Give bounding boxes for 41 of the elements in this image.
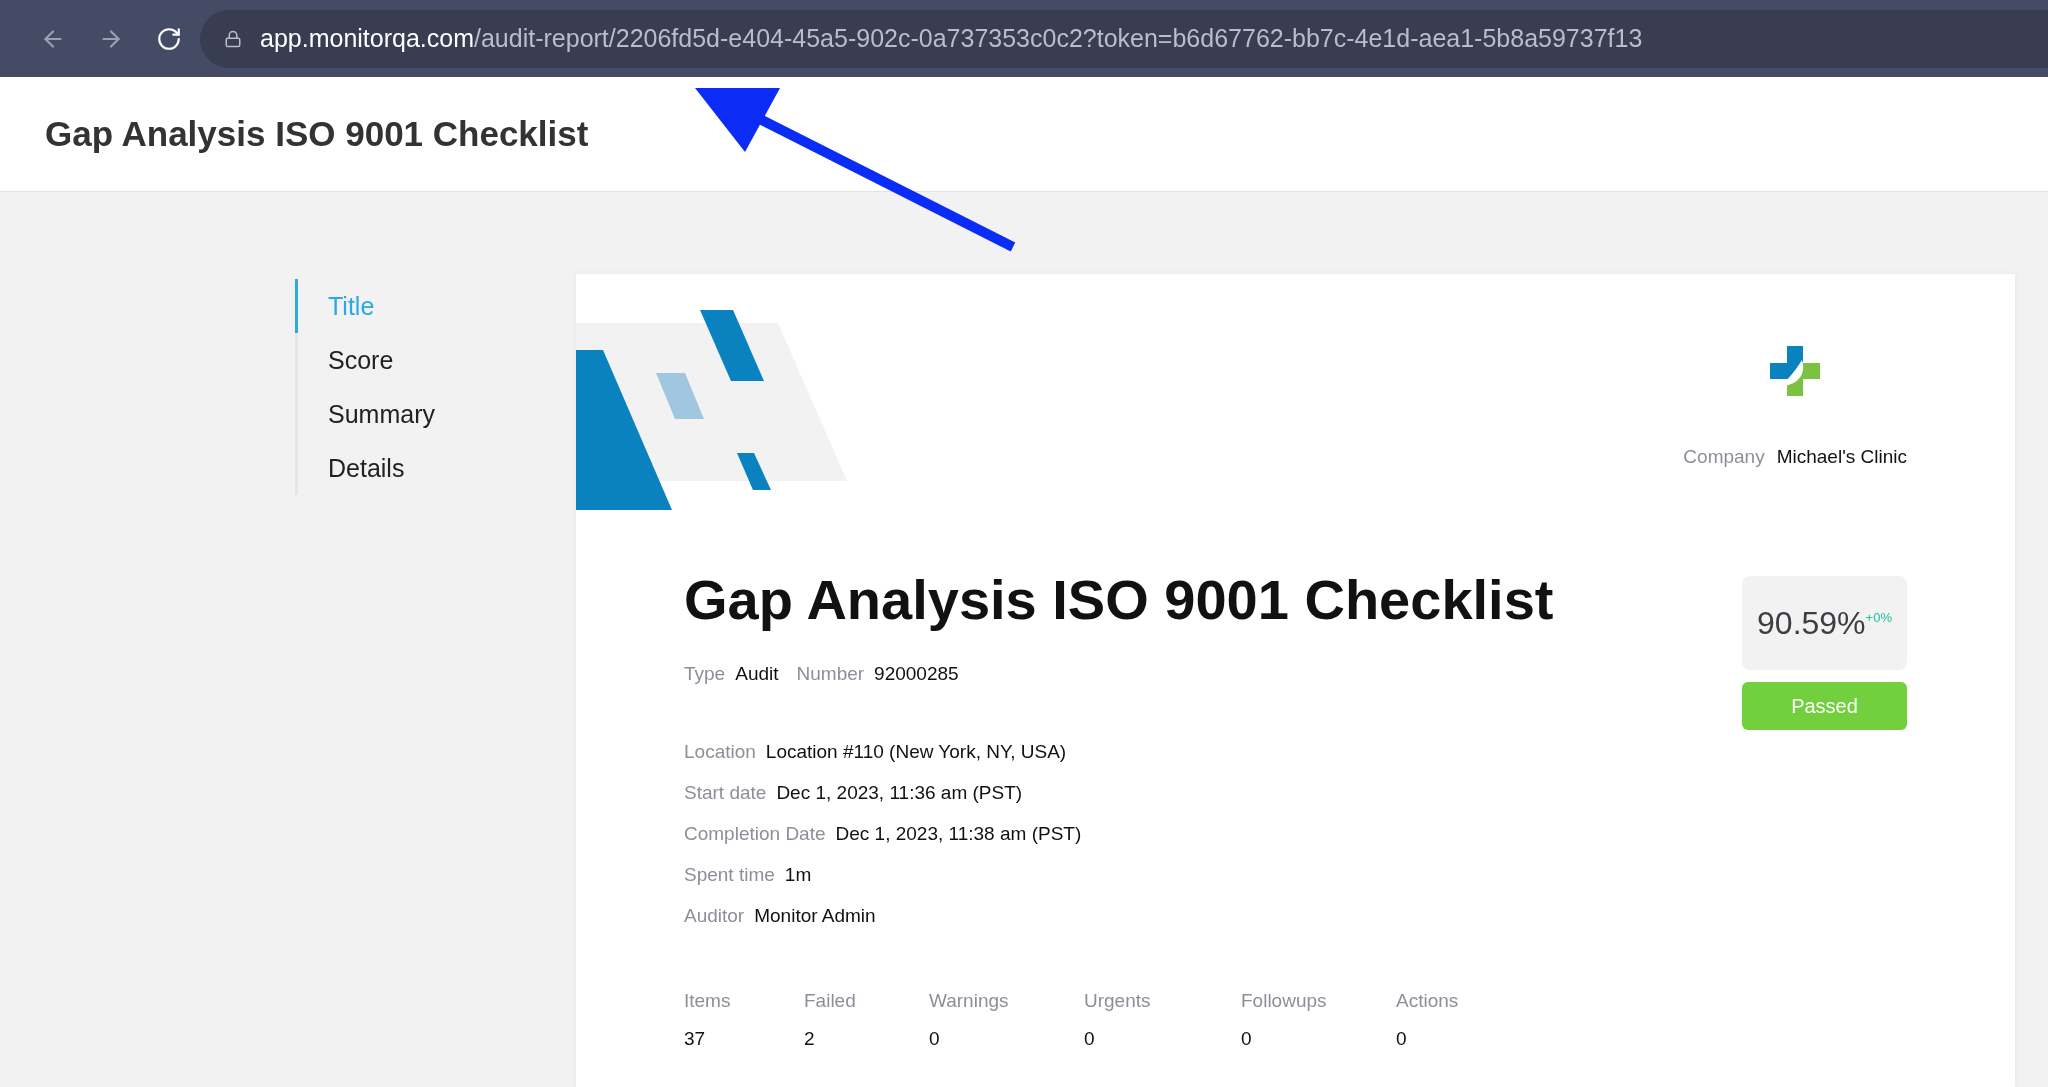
url-text: app.monitorqa.com/audit-report/2206fd5d-e404-45a5-902c-0a737353c0c2?token=b6d67762-bb7c-4e1d-aea1-5b8a59737f13 (260, 24, 1643, 53)
stat-value: 0 (1084, 1028, 1096, 1050)
field-value: Location #110 (New York, NY, USA) (765, 740, 1067, 763)
field-value: Dec 1, 2023, 11:36 am (PST) (776, 781, 1023, 804)
medical-cross-icon (1770, 346, 1821, 396)
stat-value: 37 (684, 1028, 707, 1050)
field-label: Type (684, 662, 726, 685)
lock-icon (224, 29, 242, 48)
stat-label: Actions (1396, 990, 1456, 1012)
field-label: Completion Date (684, 822, 826, 845)
stat-label: Urgents (1084, 990, 1152, 1012)
field-value: Audit (735, 662, 779, 685)
nav-link[interactable]: Summary (295, 387, 576, 441)
stat-value: 0 (1396, 1028, 1408, 1050)
company-name: Michael's Clinic (1776, 446, 1907, 468)
field-label: Number (796, 662, 865, 685)
field-value: Dec 1, 2023, 11:38 am (PST) (835, 822, 1082, 845)
result-badge: Passed (1742, 682, 1907, 730)
nav-link[interactable]: Score (295, 333, 576, 387)
score-change: +0% (1865, 609, 1892, 625)
report-title: Gap Analysis ISO 9001 Checklist (684, 567, 1554, 633)
stat-value: 0 (1241, 1028, 1253, 1050)
stat-value: 2 (804, 1028, 816, 1050)
company-label: Company (1683, 446, 1765, 468)
page-title: Gap Analysis ISO 9001 Checklist (45, 114, 589, 154)
field-label: Start date (684, 781, 767, 804)
field-value: 92000285 (874, 662, 959, 685)
field-label: Location (684, 740, 756, 763)
field-value: 1m (784, 863, 812, 886)
nav-link[interactable]: Details (295, 441, 576, 495)
reload-icon (156, 25, 182, 52)
stat-value: 0 (929, 1028, 941, 1050)
field-label: Spent time (684, 863, 775, 886)
stat-label: Followups (1241, 990, 1326, 1012)
field-value: Monitor Admin (754, 904, 876, 927)
stat-label: Items (684, 990, 732, 1012)
field-label: Auditor (684, 904, 745, 927)
score-value: 90.59% (1757, 604, 1866, 642)
stat-label: Warnings (929, 990, 1010, 1012)
address-bar[interactable]: app.monitorqa.com/audit-report/2206fd5d-e404-45a5-902c-0a737353c0c2?token=b6d67762-bb7c-4e1d-aea1-5b8a59737f13 (200, 9, 2048, 68)
stat-label: Failed (804, 990, 857, 1012)
